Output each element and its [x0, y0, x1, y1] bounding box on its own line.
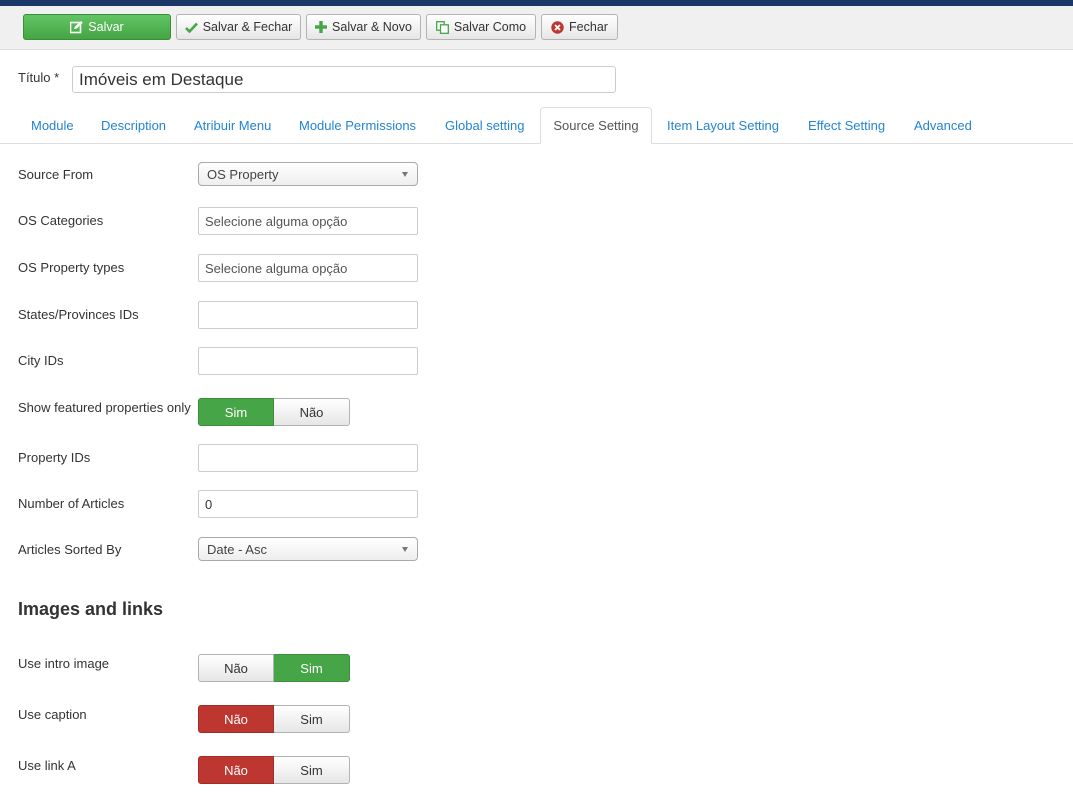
use-link-a-nao-option[interactable]: Não — [198, 756, 274, 784]
use-caption-sim-option[interactable]: Sim — [274, 705, 350, 733]
close-circle-icon — [551, 20, 564, 34]
copy-icon — [435, 20, 449, 34]
use-intro-image-label: Use intro image — [18, 656, 110, 671]
os-categories-label: OS Categories — [18, 213, 104, 228]
save-button[interactable]: Salvar — [23, 14, 171, 40]
source-from-value: OS Property — [207, 166, 279, 182]
save-as-button-label: Salvar Como — [453, 20, 527, 34]
use-intro-image-nao-option[interactable]: Não — [198, 654, 274, 682]
os-categories-input[interactable] — [198, 207, 418, 235]
close-button-label: Fechar — [569, 20, 608, 34]
tab-bar: Module Description Atribuir Menu Module … — [0, 107, 1073, 144]
property-ids-input[interactable] — [198, 444, 418, 472]
number-of-articles-label: Number of Articles — [18, 496, 125, 511]
use-link-a-sim-option[interactable]: Sim — [274, 756, 350, 784]
use-caption-label: Use caption — [18, 707, 87, 722]
states-ids-input[interactable] — [198, 301, 418, 329]
featured-only-toggle: Sim Não — [198, 398, 350, 426]
close-button[interactable]: Fechar — [541, 14, 618, 40]
title-input[interactable] — [72, 66, 616, 93]
featured-only-sim-option[interactable]: Sim — [198, 398, 274, 426]
property-ids-label: Property IDs — [18, 450, 91, 465]
images-links-heading: Images and links — [18, 599, 164, 619]
check-icon — [184, 22, 198, 33]
plus-icon — [315, 21, 328, 33]
save-new-button-label: Salvar & Novo — [332, 20, 412, 34]
articles-sorted-by-value: Date - Asc — [207, 541, 267, 557]
save-close-button[interactable]: Salvar & Fechar — [176, 14, 301, 40]
use-caption-toggle: Não Sim — [198, 705, 350, 733]
caret-down-icon — [402, 172, 408, 177]
save-as-button[interactable]: Salvar Como — [426, 14, 536, 40]
save-close-button-label: Salvar & Fechar — [202, 20, 293, 34]
toolbar: Salvar Salvar & Fechar Salvar & Novo Sal… — [0, 6, 1073, 50]
tab-effect-setting[interactable]: Effect Setting — [808, 107, 885, 143]
featured-only-label: Show featured properties only — [18, 400, 191, 415]
edit-icon — [70, 20, 84, 34]
use-intro-image-sim-option[interactable]: Sim — [274, 654, 350, 682]
os-property-types-label: OS Property types — [18, 260, 125, 275]
use-caption-nao-option[interactable]: Não — [198, 705, 274, 733]
tab-module[interactable]: Module — [31, 107, 74, 143]
tab-module-permissions[interactable]: Module Permissions — [299, 107, 416, 143]
number-of-articles-input[interactable] — [198, 490, 418, 518]
tab-item-layout-setting[interactable]: Item Layout Setting — [667, 107, 779, 143]
city-ids-input[interactable] — [198, 347, 418, 375]
title-label: Título * — [18, 70, 60, 85]
use-intro-image-toggle: Não Sim — [198, 654, 350, 682]
use-link-a-toggle: Não Sim — [198, 756, 350, 784]
save-button-label: Salvar — [88, 20, 124, 34]
articles-sorted-by-label: Articles Sorted By — [18, 542, 122, 557]
caret-down-icon — [402, 547, 408, 552]
city-ids-label: City IDs — [18, 353, 64, 368]
featured-only-nao-option[interactable]: Não — [274, 398, 350, 426]
os-property-types-input[interactable] — [198, 254, 418, 282]
source-from-select[interactable]: OS Property — [198, 162, 418, 186]
states-ids-label: States/Provinces IDs — [18, 307, 139, 322]
use-link-a-label: Use link A — [18, 758, 76, 773]
tab-description[interactable]: Description — [101, 107, 166, 143]
tab-atribuir-menu[interactable]: Atribuir Menu — [194, 107, 271, 143]
save-new-button[interactable]: Salvar & Novo — [306, 14, 421, 40]
tab-global-setting[interactable]: Global setting — [445, 107, 525, 143]
tab-advanced[interactable]: Advanced — [914, 107, 972, 143]
tab-source-setting[interactable]: Source Setting — [540, 107, 652, 144]
source-from-label: Source From — [18, 167, 94, 182]
articles-sorted-by-select[interactable]: Date - Asc — [198, 537, 418, 561]
